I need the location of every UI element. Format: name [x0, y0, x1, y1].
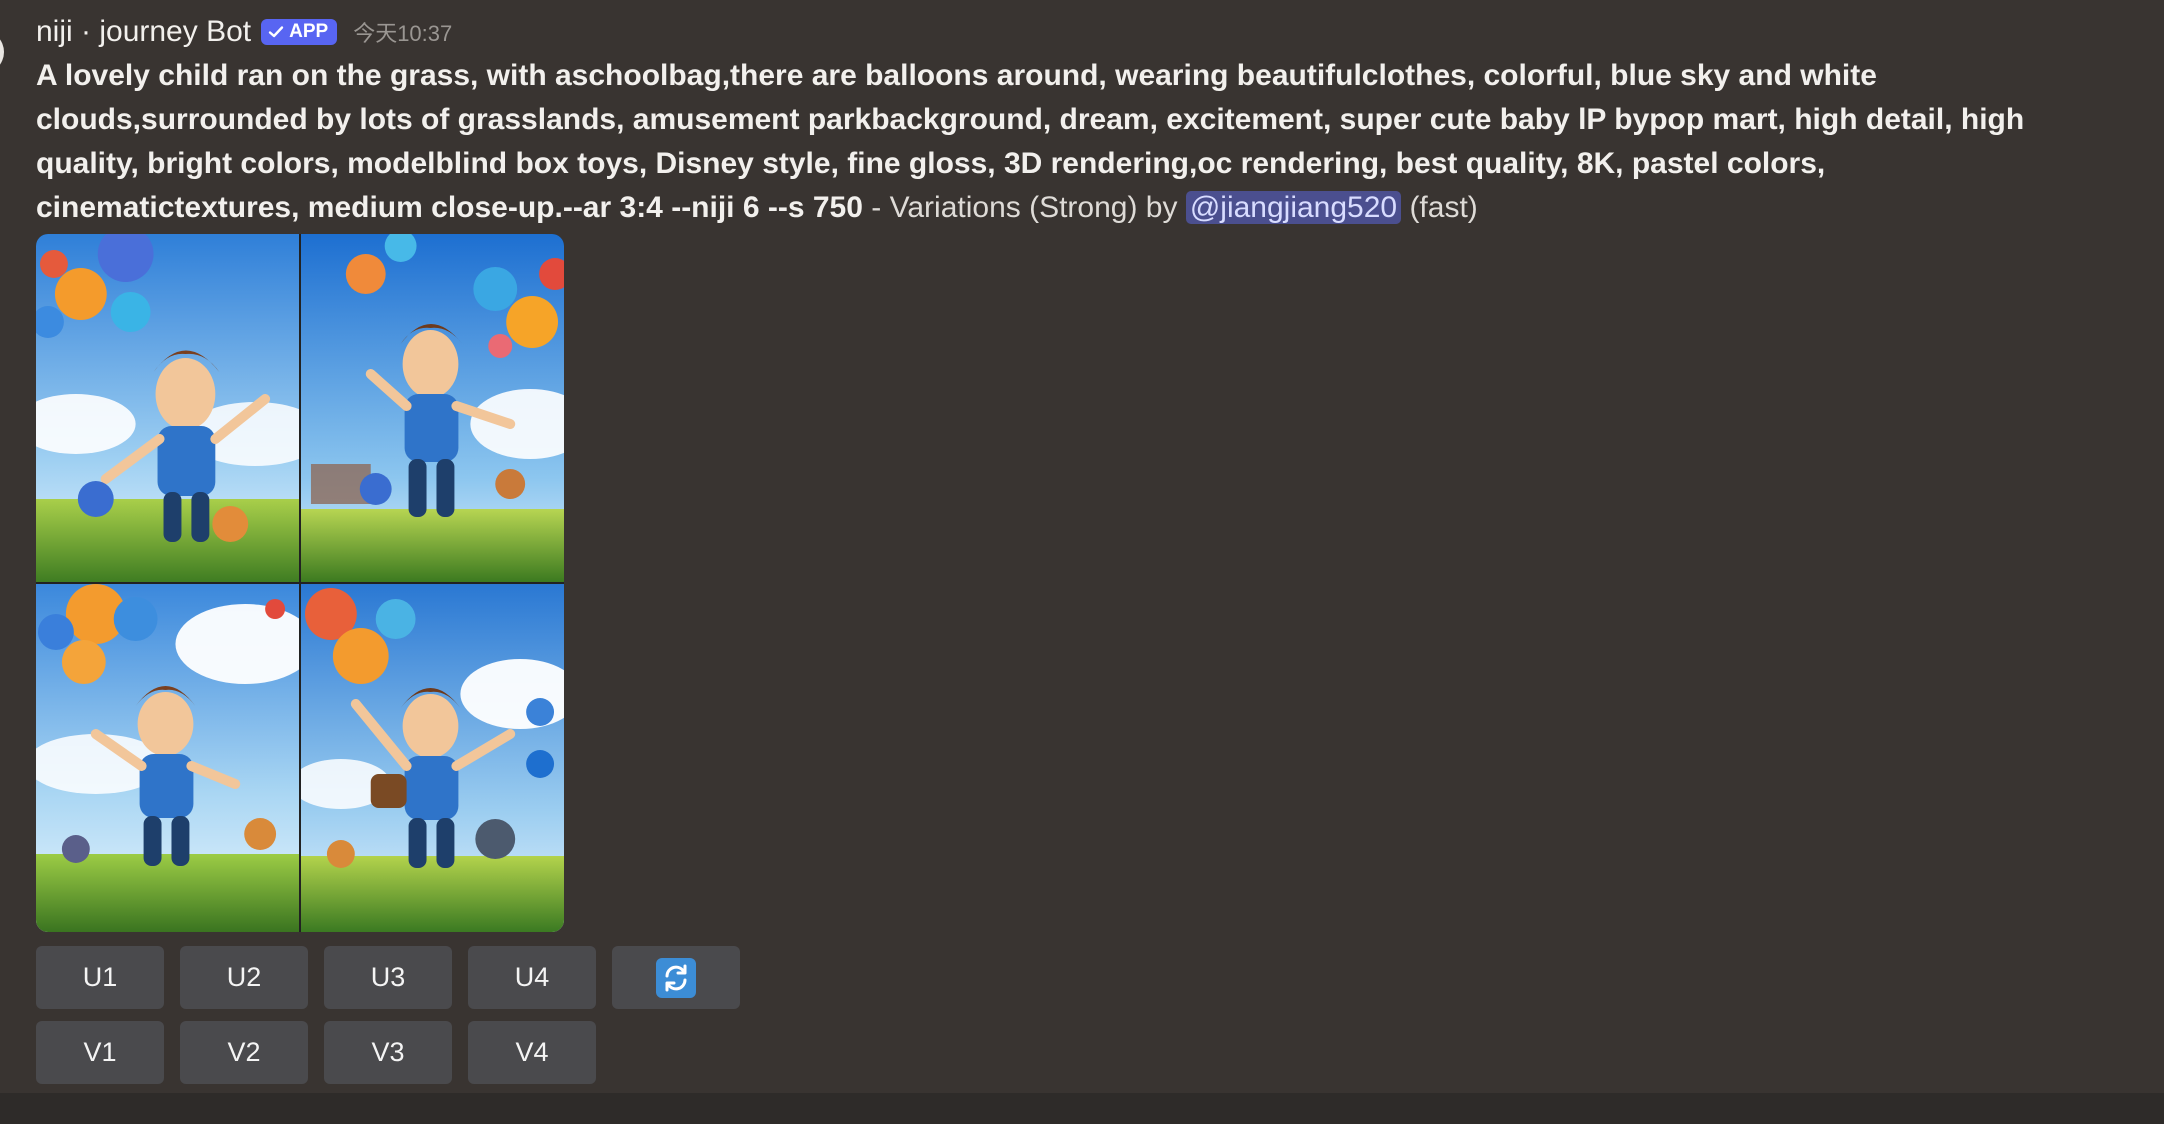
refresh-icon: [656, 957, 696, 998]
app-badge-label: APP: [289, 21, 329, 42]
timestamp: 今天10:37: [353, 21, 453, 46]
v3-button[interactable]: V3: [324, 1021, 452, 1084]
message-header: niji · journey Bot APP 今天10:37: [36, 12, 452, 52]
bottom-bar: [0, 1093, 2164, 1124]
generated-image-2[interactable]: [301, 234, 564, 582]
image-grid[interactable]: [36, 234, 564, 932]
speed-text: (fast): [1401, 191, 1478, 224]
user-mention[interactable]: @jiangjiang520: [1185, 191, 1402, 224]
generated-image-4[interactable]: [301, 584, 564, 932]
v1-button[interactable]: V1: [36, 1021, 164, 1084]
checkmark-icon: [268, 26, 284, 38]
bot-name[interactable]: niji · journey Bot: [36, 15, 251, 49]
reroll-button[interactable]: [612, 946, 740, 1009]
bot-avatar[interactable]: [0, 30, 4, 74]
generated-image-3[interactable]: [36, 584, 299, 932]
u3-button[interactable]: U3: [324, 946, 452, 1009]
variation-button-row: V1 V2 V3 V4: [36, 1021, 596, 1084]
discord-chat-view: niji · journey Bot APP 今天10:37 A lovely …: [0, 0, 2164, 1124]
variation-text: - Variations (Strong) by: [862, 191, 1186, 224]
generated-image-1[interactable]: [36, 234, 299, 582]
u2-button[interactable]: U2: [180, 946, 308, 1009]
upscale-button-row: U1 U2 U3 U4: [36, 946, 740, 1009]
app-badge: APP: [261, 19, 338, 45]
u4-button[interactable]: U4: [468, 946, 596, 1009]
message-content: A lovely child ran on the grass, with as…: [36, 54, 2056, 230]
v2-button[interactable]: V2: [180, 1021, 308, 1084]
v4-button[interactable]: V4: [468, 1021, 596, 1084]
u1-button[interactable]: U1: [36, 946, 164, 1009]
